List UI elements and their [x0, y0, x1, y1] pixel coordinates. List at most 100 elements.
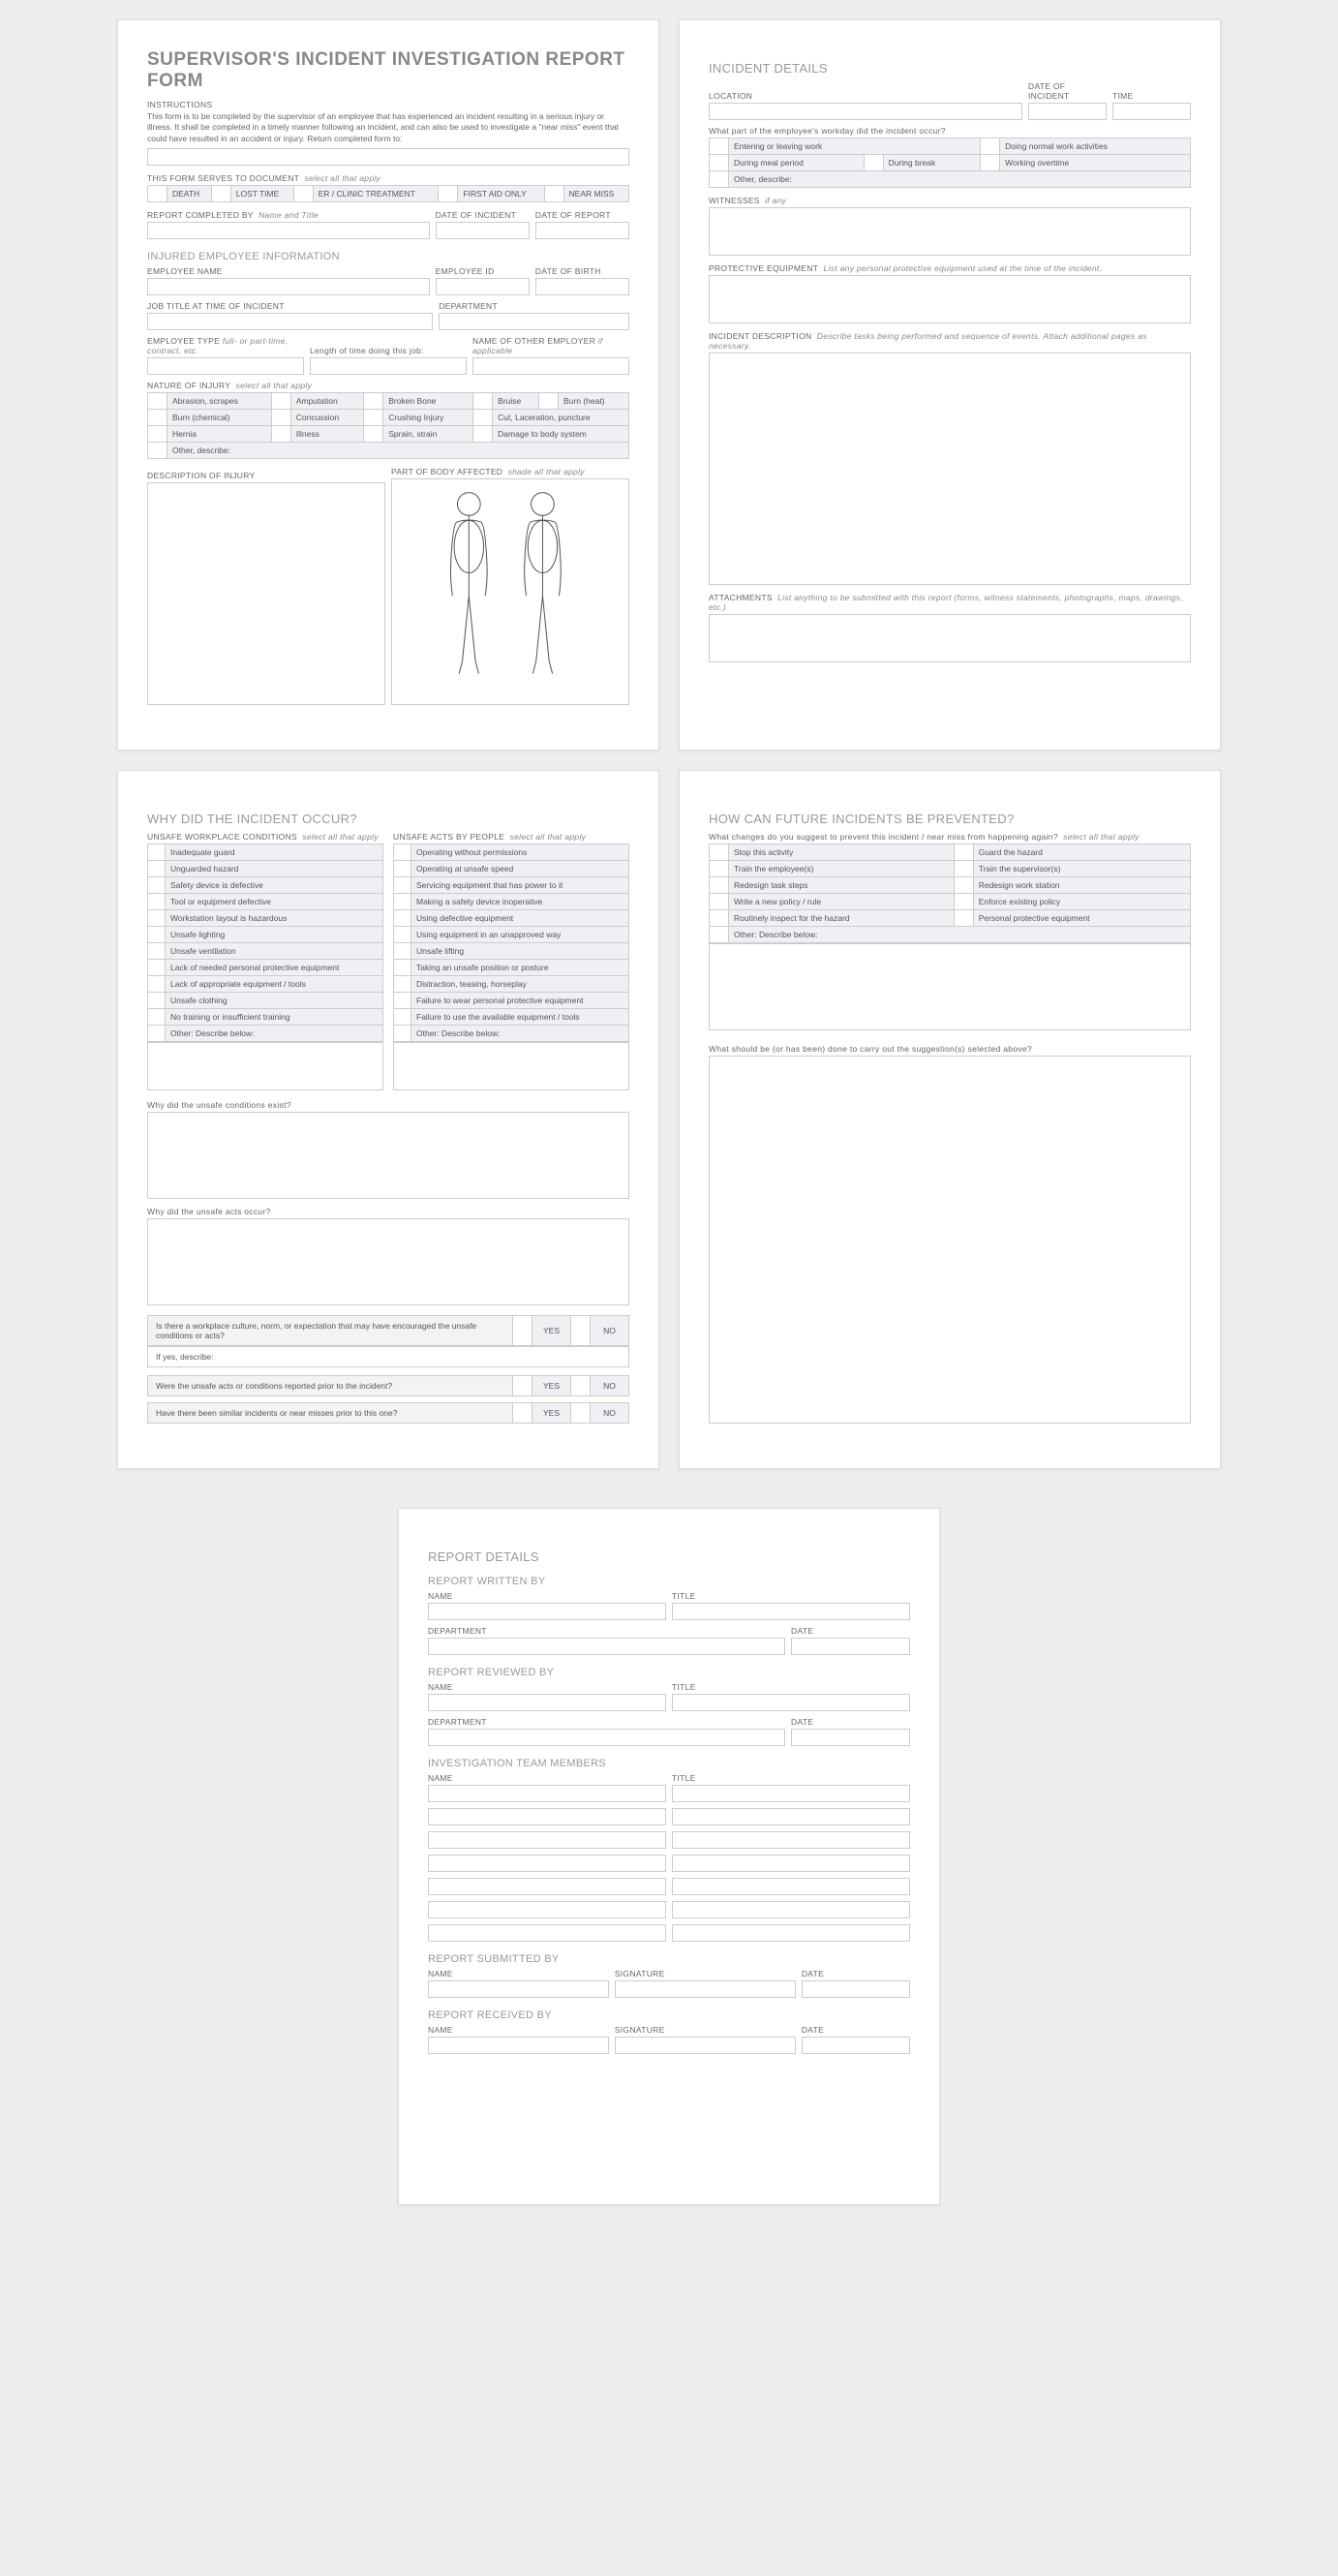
received-name-input[interactable]	[428, 2037, 609, 2054]
checkbox[interactable]	[148, 910, 166, 927]
written-name-input[interactable]	[428, 1603, 666, 1620]
date-incident-input[interactable]	[436, 222, 530, 239]
checkbox[interactable]	[148, 844, 166, 861]
checkbox[interactable]	[570, 1316, 590, 1345]
team-row-input[interactable]	[672, 1855, 910, 1872]
checkbox[interactable]	[394, 910, 411, 927]
team-row-input[interactable]	[428, 1924, 666, 1942]
job-title-input[interactable]	[147, 313, 433, 330]
checkbox[interactable]	[293, 186, 313, 202]
page-4: HOW CAN FUTURE INCIDENTS BE PREVENTED? W…	[679, 770, 1221, 1469]
team-row-input[interactable]	[672, 1924, 910, 1942]
checkbox[interactable]	[512, 1403, 532, 1423]
team-row-input[interactable]	[672, 1901, 910, 1918]
date-report-label: DATE OF REPORT	[535, 210, 629, 220]
incident-description-input[interactable]	[709, 353, 1191, 585]
submitted-date-input[interactable]	[802, 1980, 910, 1998]
checkbox[interactable]	[148, 861, 166, 877]
submitted-name-input[interactable]	[428, 1980, 609, 1998]
prevent-done-input[interactable]	[709, 1056, 1191, 1424]
submitted-sig-input[interactable]	[615, 1980, 796, 1998]
list-item: Inadequate guard	[166, 844, 383, 861]
checkbox[interactable]	[148, 1026, 166, 1042]
conditions-other-input[interactable]	[147, 1042, 383, 1090]
conditions-table: Inadequate guardUnguarded hazardSafety d…	[147, 843, 383, 1042]
why-acts-input[interactable]	[147, 1218, 629, 1305]
reviewed-name-input[interactable]	[428, 1694, 666, 1711]
received-date-input[interactable]	[802, 2037, 910, 2054]
checkbox[interactable]	[394, 877, 411, 894]
checkbox[interactable]	[394, 976, 411, 993]
checkbox[interactable]	[394, 1009, 411, 1026]
body-diagram[interactable]	[391, 478, 629, 705]
team-row-input[interactable]	[428, 1878, 666, 1895]
list-item: Operating at unsafe speed	[411, 861, 629, 877]
employee-name-input[interactable]	[147, 278, 430, 295]
team-row-input[interactable]	[428, 1831, 666, 1849]
list-item: Safety device is defective	[166, 877, 383, 894]
employee-section: INJURED EMPLOYEE INFORMATION	[147, 251, 629, 262]
checkbox[interactable]	[148, 943, 166, 960]
checkbox[interactable]	[439, 186, 458, 202]
checkbox[interactable]	[570, 1376, 590, 1395]
employee-id-input[interactable]	[436, 278, 530, 295]
checkbox[interactable]	[394, 894, 411, 910]
department-input[interactable]	[439, 313, 629, 330]
written-date-input[interactable]	[791, 1638, 910, 1655]
why-conditions-input[interactable]	[147, 1112, 629, 1199]
return-to-input[interactable]	[147, 148, 629, 166]
checkbox[interactable]	[394, 861, 411, 877]
checkbox[interactable]	[148, 1009, 166, 1026]
reviewed-title-input[interactable]	[672, 1694, 910, 1711]
checkbox[interactable]	[148, 960, 166, 976]
checkbox[interactable]	[394, 927, 411, 943]
checkbox[interactable]	[512, 1376, 532, 1395]
acts-other-input[interactable]	[393, 1042, 629, 1090]
incident-date-input[interactable]	[1028, 103, 1107, 120]
checkbox[interactable]	[148, 877, 166, 894]
checkbox[interactable]	[394, 844, 411, 861]
checkbox[interactable]	[394, 943, 411, 960]
received-sig-input[interactable]	[615, 2037, 796, 2054]
completed-by-input[interactable]	[147, 222, 430, 239]
team-title-input[interactable]	[672, 1785, 910, 1802]
witnesses-input[interactable]	[709, 207, 1191, 256]
ppe-input[interactable]	[709, 275, 1191, 323]
team-row-input[interactable]	[428, 1855, 666, 1872]
checkbox[interactable]	[148, 927, 166, 943]
page-5: REPORT DETAILS REPORT WRITTEN BY NAME TI…	[398, 1508, 940, 2205]
checkbox[interactable]	[544, 186, 563, 202]
team-row-input[interactable]	[428, 1808, 666, 1825]
checkbox[interactable]	[148, 186, 167, 202]
checkbox[interactable]	[148, 976, 166, 993]
written-title-input[interactable]	[672, 1603, 910, 1620]
job-length-input[interactable]	[310, 357, 467, 375]
team-row-input[interactable]	[672, 1878, 910, 1895]
team-row-input[interactable]	[672, 1808, 910, 1825]
team-row-input[interactable]	[428, 1901, 666, 1918]
list-item: Other: Describe below:	[166, 1026, 383, 1042]
checkbox[interactable]	[512, 1316, 532, 1345]
checkbox[interactable]	[394, 1026, 411, 1042]
checkbox[interactable]	[211, 186, 230, 202]
date-report-input[interactable]	[535, 222, 629, 239]
team-name-input[interactable]	[428, 1785, 666, 1802]
other-employer-input[interactable]	[472, 357, 629, 375]
checkbox[interactable]	[148, 993, 166, 1009]
employee-dob-input[interactable]	[535, 278, 629, 295]
desc-injury-input[interactable]	[147, 482, 385, 705]
checkbox[interactable]	[394, 993, 411, 1009]
prevent-other-input[interactable]	[709, 943, 1191, 1030]
checkbox[interactable]	[148, 894, 166, 910]
location-input[interactable]	[709, 103, 1022, 120]
reviewed-dept-input[interactable]	[428, 1729, 785, 1746]
attachments-input[interactable]	[709, 614, 1191, 662]
reviewed-date-input[interactable]	[791, 1729, 910, 1746]
written-dept-input[interactable]	[428, 1638, 785, 1655]
team-row-input[interactable]	[672, 1831, 910, 1849]
incident-time-input[interactable]	[1112, 103, 1191, 120]
list-item: Tool or equipment defective	[166, 894, 383, 910]
checkbox[interactable]	[570, 1403, 590, 1423]
employee-type-input[interactable]	[147, 357, 304, 375]
checkbox[interactable]	[394, 960, 411, 976]
